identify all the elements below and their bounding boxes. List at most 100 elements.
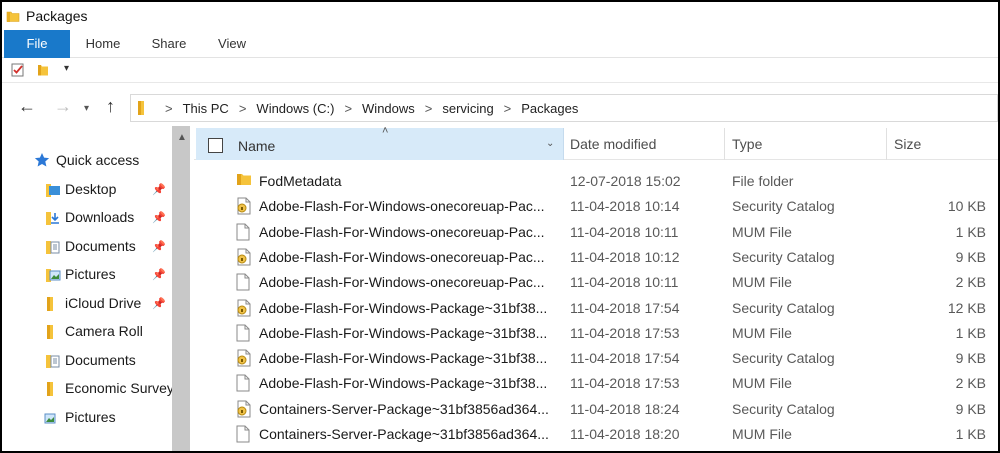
nav-item-label: iCloud Drive: [65, 295, 142, 311]
file-size: 12 KB: [947, 299, 986, 316]
pin-icon[interactable]: 📌: [152, 211, 166, 224]
documents-folder-icon: [45, 353, 61, 372]
catalog-icon: [236, 349, 252, 370]
pin-icon[interactable]: 📌: [152, 268, 166, 281]
nav-item-downloads[interactable]: Downloads 📌: [2, 206, 172, 230]
nav-item-desktop[interactable]: Desktop 📌: [2, 178, 172, 202]
column-header-name[interactable]: ˄ Name ⌄: [196, 125, 564, 160]
tab-share[interactable]: Share: [140, 30, 198, 58]
file-row[interactable]: Adobe-Flash-For-Windows-Package~31bf38..…: [194, 370, 998, 395]
folder-icon: [6, 9, 20, 28]
nav-item-label: Documents: [65, 352, 136, 368]
scroll-up-arrow-icon[interactable]: ▲: [177, 132, 187, 143]
file-name: Adobe-Flash-For-Windows-Package~31bf38..…: [259, 324, 548, 341]
column-divider[interactable]: [724, 128, 725, 160]
file-type: Security Catalog: [732, 400, 835, 417]
pictures-folder-icon: [45, 267, 61, 286]
chevron-right-icon[interactable]: >: [165, 101, 173, 116]
address-bar[interactable]: > This PC > Windows (C:) > Windows > ser…: [130, 94, 998, 122]
pin-icon[interactable]: 📌: [152, 240, 166, 253]
nav-item-label: Pictures: [65, 266, 116, 282]
nav-item-documents-2[interactable]: Documents: [2, 349, 172, 373]
column-divider[interactable]: [886, 128, 887, 160]
chevron-right-icon[interactable]: >: [504, 101, 512, 116]
chevron-right-icon[interactable]: >: [239, 101, 247, 116]
tab-view[interactable]: View: [204, 30, 260, 58]
file-row[interactable]: Containers-Server-Package~31bf3856ad364.…: [194, 396, 998, 421]
breadcrumb-windows[interactable]: Windows: [362, 101, 415, 116]
file-date-modified: 11-04-2018 17:53: [570, 375, 680, 392]
file-size: 1 KB: [955, 324, 986, 341]
breadcrumb-servicing[interactable]: servicing: [442, 101, 493, 116]
up-arrow-icon[interactable]: ↑: [106, 97, 115, 115]
tab-home[interactable]: Home: [74, 30, 132, 58]
file-date-modified: 12-07-2018 15:02: [570, 173, 681, 189]
file-name: Adobe-Flash-For-Windows-onecoreuap-Pac..…: [259, 198, 545, 215]
nav-item-icloud-drive[interactable]: iCloud Drive 📌: [2, 292, 172, 316]
file-row[interactable]: Adobe-Flash-For-Windows-onecoreuap-Pac..…: [194, 269, 998, 294]
navigation-scrollbar[interactable]: ▲: [172, 126, 190, 451]
file-size: 2 KB: [955, 375, 986, 392]
catalog-icon: [236, 299, 252, 320]
nav-item-camera-roll[interactable]: Camera Roll: [2, 320, 172, 344]
file-name: Adobe-Flash-For-Windows-onecoreuap-Pac..…: [259, 274, 545, 291]
file-type: Security Catalog: [732, 299, 835, 316]
file-type: Security Catalog: [732, 198, 835, 215]
column-header: ˄ Name ⌄ Date modified Type Size: [194, 125, 998, 160]
column-header-type[interactable]: Type: [732, 136, 762, 152]
file-date-modified: 11-04-2018 10:11: [570, 274, 679, 291]
column-header-date-modified[interactable]: Date modified: [570, 136, 656, 152]
properties-icon[interactable]: [10, 62, 26, 83]
file-row[interactable]: Adobe-Flash-For-Windows-onecoreuap-Pac..…: [194, 193, 998, 218]
recent-locations-icon[interactable]: ▾: [84, 100, 89, 118]
file-size: 1 KB: [955, 426, 986, 442]
catalog-icon: [236, 400, 252, 421]
file-icon: [236, 273, 250, 294]
nav-item-label: Camera Roll: [65, 323, 143, 339]
file-row[interactable]: Containers-Server-Package~31bf3856ad364.…: [194, 421, 998, 446]
file-row[interactable]: Adobe-Flash-For-Windows-onecoreuap-Pac..…: [194, 244, 998, 269]
file-type: File folder: [732, 173, 794, 189]
window-title: Packages: [26, 8, 88, 24]
file-size: 10 KB: [947, 198, 986, 215]
file-type: Security Catalog: [732, 248, 835, 265]
nav-item-economic-survey[interactable]: Economic Survey: [2, 377, 172, 401]
nav-item-label: Downloads: [65, 209, 135, 225]
pin-icon[interactable]: 📌: [152, 297, 166, 310]
chevron-right-icon[interactable]: >: [425, 101, 433, 116]
file-row[interactable]: Adobe-Flash-For-Windows-Package~31bf38..…: [194, 320, 998, 345]
pin-icon[interactable]: 📌: [152, 183, 166, 196]
nav-item-pictures-2[interactable]: Pictures: [2, 406, 172, 430]
forward-arrow-icon[interactable]: →: [54, 97, 72, 115]
nav-item-quick-access[interactable]: Quick access: [2, 149, 172, 173]
file-row[interactable]: Adobe-Flash-For-Windows-onecoreuap-Pac..…: [194, 219, 998, 244]
file-row[interactable]: Adobe-Flash-For-Windows-Package~31bf38..…: [194, 295, 998, 320]
breadcrumb-windows-c[interactable]: Windows (C:): [256, 101, 334, 116]
catalog-icon: [236, 248, 252, 269]
sort-ascending-icon: ˄: [382, 125, 389, 137]
breadcrumb-this-pc[interactable]: This PC: [183, 101, 229, 116]
file-size: 9 KB: [955, 400, 986, 417]
nav-item-label: Economic Survey: [65, 380, 172, 396]
nav-item-documents[interactable]: Documents 📌: [2, 235, 172, 259]
back-arrow-icon[interactable]: ←: [18, 97, 36, 115]
file-date-modified: 11-04-2018 17:53: [570, 324, 680, 341]
file-row[interactable]: Adobe-Flash-For-Windows-Package~31bf38..…: [194, 345, 998, 370]
file-name: Containers-Server-Package~31bf3856ad364.…: [259, 400, 549, 417]
new-folder-icon[interactable]: [36, 62, 50, 83]
tab-file[interactable]: File: [4, 30, 70, 58]
chevron-down-icon[interactable]: ⌄: [546, 138, 554, 149]
file-name: Adobe-Flash-For-Windows-Package~31bf38..…: [259, 375, 548, 392]
nav-item-label: Documents: [65, 238, 136, 254]
breadcrumb-packages[interactable]: Packages: [521, 101, 578, 116]
catalog-icon: [236, 197, 252, 218]
file-type: Security Catalog: [732, 350, 835, 367]
chevron-right-icon[interactable]: >: [344, 101, 352, 116]
file-icon: [236, 374, 250, 395]
nav-item-pictures[interactable]: Pictures 📌: [2, 263, 172, 287]
select-all-checkbox[interactable]: [208, 138, 223, 153]
customize-toolbar-icon[interactable]: ▾: [64, 63, 69, 74]
file-row[interactable]: FodMetadata 12-07-2018 15:02 File folder: [194, 168, 998, 193]
column-header-size[interactable]: Size: [894, 136, 921, 152]
file-name: Adobe-Flash-For-Windows-onecoreuap-Pac..…: [259, 223, 545, 240]
